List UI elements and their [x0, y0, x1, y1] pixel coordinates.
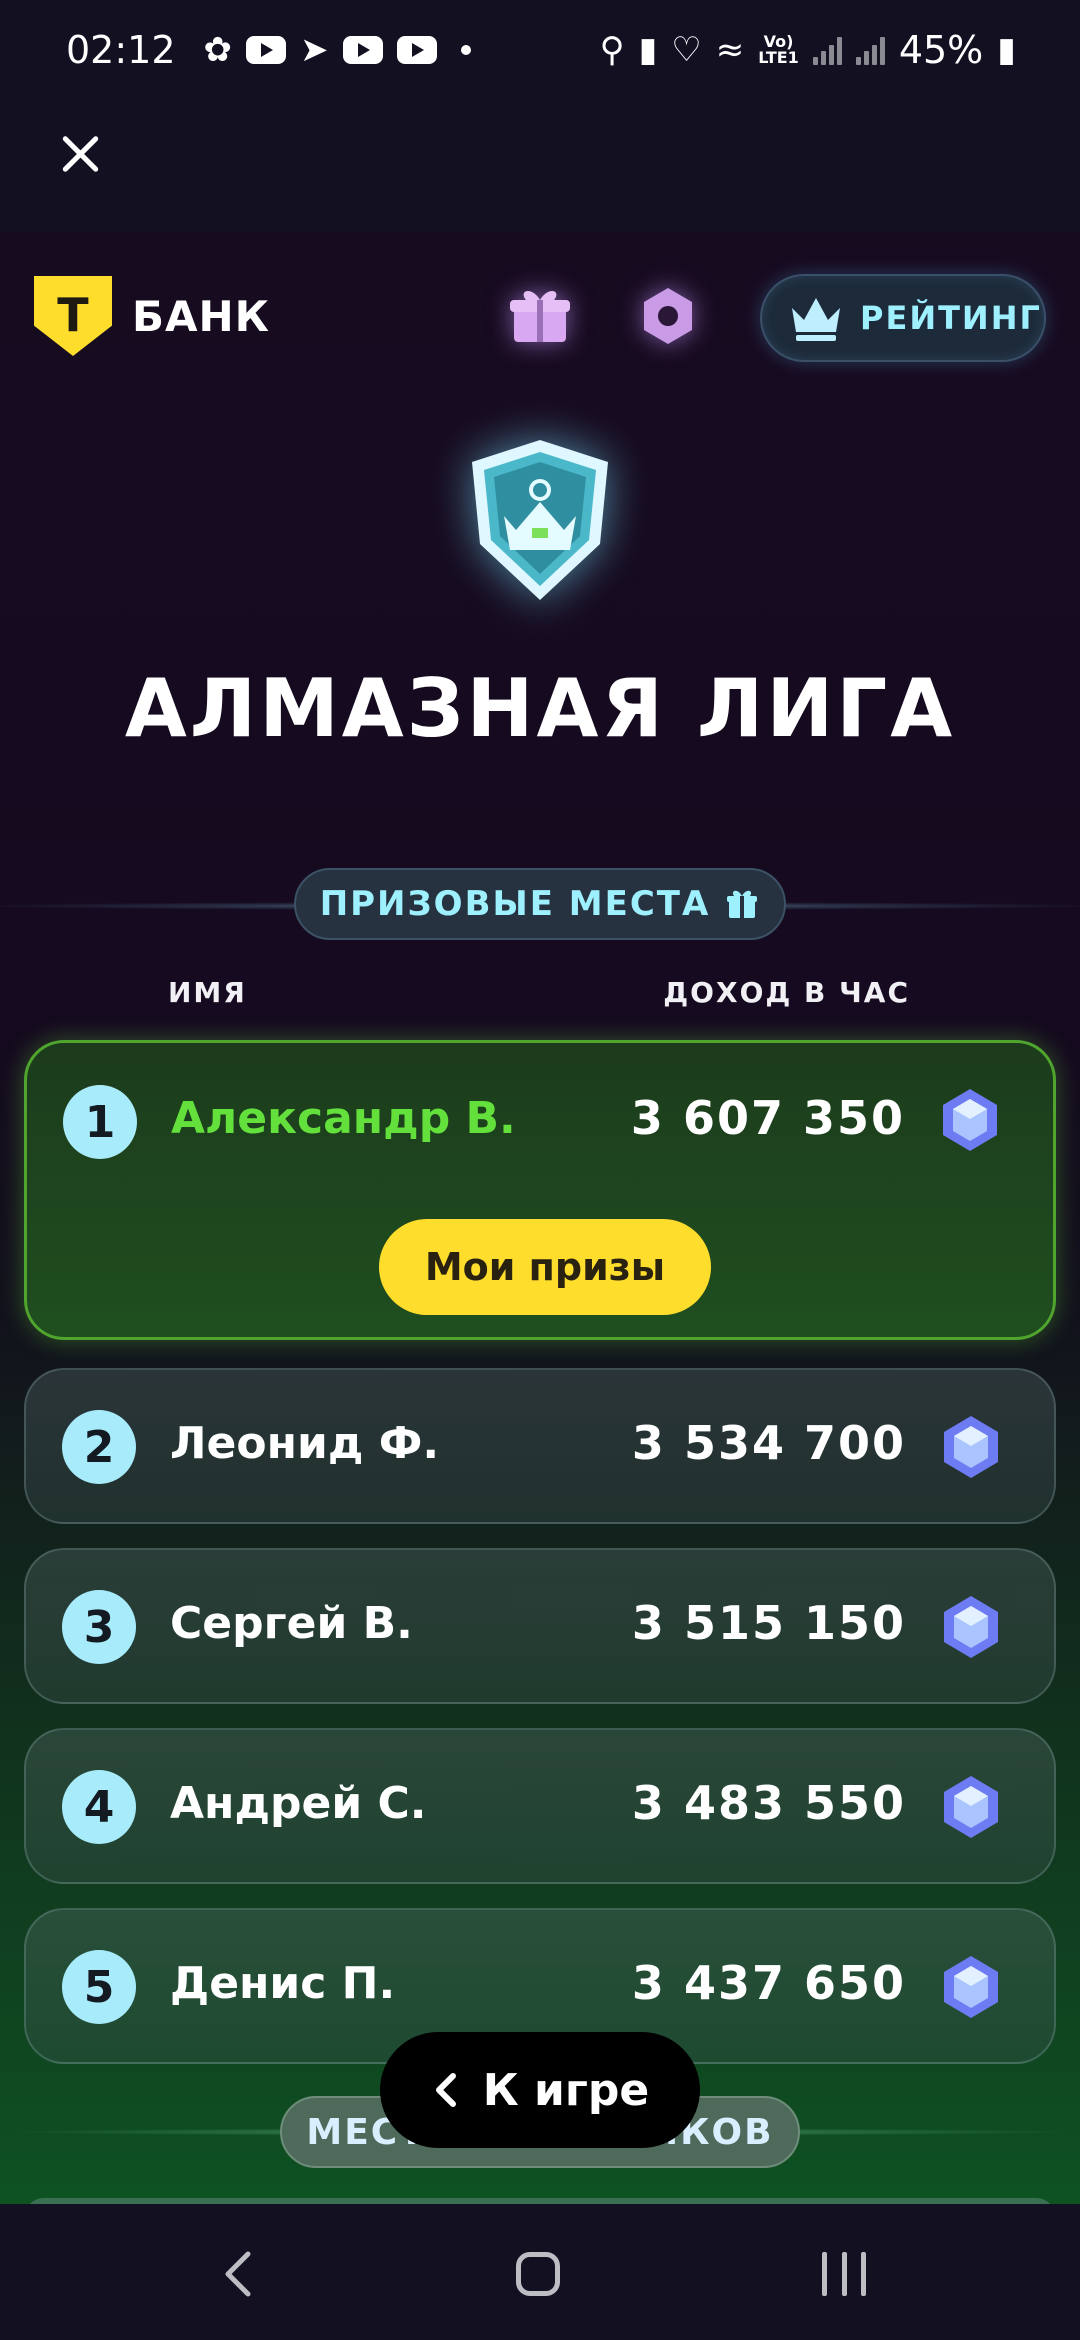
income-value: 3 607 350 — [630, 1091, 905, 1145]
brand-name: БАНК — [132, 291, 270, 341]
player-name: Сергей В. — [170, 1598, 413, 1649]
player-name: Андрей С. — [170, 1778, 427, 1829]
rank-badge: 5 — [62, 1950, 136, 2024]
column-header-name: ИМЯ — [168, 976, 247, 1009]
game-screen: Т БАНК РЕЙТИНГ АЛМАЗНАЯ ЛИГА ПРИЗОВЫЕ МЕ… — [0, 232, 1080, 2204]
rank-badge: 1 — [63, 1085, 137, 1159]
mute-icon: ♡ — [671, 30, 702, 70]
income-value: 3 483 550 — [631, 1776, 906, 1830]
status-bar: 02:12 ✿ ➤ ⚲ ▮ ♡ ≈ Vo) LTE1 45% ▮ — [0, 0, 1080, 100]
navigation-bar — [0, 2204, 1080, 2340]
status-time: 02:12 — [66, 28, 176, 72]
player-name: Леонид Ф. — [170, 1418, 440, 1469]
close-icon[interactable] — [52, 126, 108, 182]
income-value: 3 534 700 — [631, 1416, 906, 1470]
back-icon[interactable] — [220, 2250, 256, 2298]
league-title: АЛМАЗНАЯ ЛИГА — [124, 662, 956, 755]
chevron-left-icon — [435, 2073, 456, 2107]
rating-button[interactable]: РЕЙТИНГ — [760, 274, 1046, 362]
player-name: Александр В. — [171, 1093, 516, 1144]
leaderboard-row: 2 Леонид Ф. 3 534 700 — [24, 1368, 1056, 1524]
rank-badge: 4 — [62, 1770, 136, 1844]
rank-badge: 3 — [62, 1590, 136, 1664]
brand-logo: Т БАНК — [34, 276, 270, 356]
signal-icon — [855, 35, 885, 65]
bank-shield-icon: Т — [34, 276, 112, 356]
battery-charging-icon: ▮ — [997, 30, 1016, 70]
diamond-icon — [939, 1087, 1001, 1153]
telegram-icon: ➤ — [300, 30, 329, 70]
battery-level: 45% — [898, 28, 984, 72]
rank-badge: 2 — [62, 1410, 136, 1484]
vpn-key-icon: ⚲ — [599, 30, 625, 70]
settings-icon[interactable] — [632, 280, 704, 352]
battery-saver-icon: ▮ — [638, 30, 658, 70]
youtube-icon — [342, 36, 383, 64]
leaderboard-row: 4 Андрей С. 3 483 550 — [24, 1728, 1056, 1884]
prize-places-header: ПРИЗОВЫЕ МЕСТА — [294, 868, 786, 940]
diamond-icon — [940, 1954, 1002, 2020]
youtube-icon — [396, 36, 437, 64]
diamond-icon — [940, 1774, 1002, 1840]
more-notifications-icon — [460, 45, 471, 55]
leaderboard-row-me: 1 Александр В. 3 607 350 Мои призы — [24, 1040, 1056, 1340]
notification-icon: ✿ — [203, 30, 233, 70]
crown-icon — [792, 298, 840, 341]
wifi-icon: ≈ — [715, 30, 745, 70]
webview-toolbar — [0, 100, 1080, 232]
my-prizes-button[interactable]: Мои призы — [379, 1219, 711, 1315]
network-type: Vo) LTE1 — [758, 32, 799, 67]
league-badge-icon — [460, 432, 620, 612]
back-to-game-button[interactable]: К игре — [380, 2032, 700, 2148]
player-name: Денис П. — [170, 1958, 396, 2009]
recent-apps-icon[interactable] — [822, 2252, 866, 2296]
home-icon[interactable] — [516, 2252, 560, 2296]
diamond-icon — [940, 1414, 1002, 1480]
youtube-icon — [246, 36, 287, 64]
gift-icon — [727, 890, 758, 918]
diamond-icon — [940, 1594, 1002, 1660]
income-value: 3 437 650 — [631, 1956, 906, 2010]
income-value: 3 515 150 — [631, 1596, 906, 1650]
signal-icon — [812, 35, 842, 65]
column-header-income: ДОХОД В ЧАС — [663, 976, 910, 1009]
gift-icon[interactable] — [504, 280, 576, 352]
leaderboard-row: 3 Сергей В. 3 515 150 — [24, 1548, 1056, 1704]
